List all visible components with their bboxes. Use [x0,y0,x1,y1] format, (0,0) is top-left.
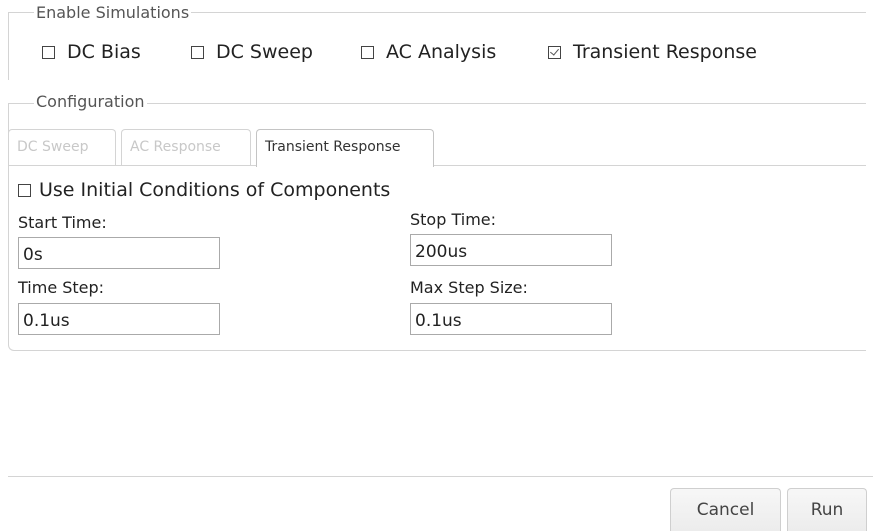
dc-sweep-checkbox[interactable] [191,45,204,59]
active-tab-gap [257,164,433,167]
use-initial-conditions-option[interactable]: Use Initial Conditions of Components [18,177,390,203]
cancel-button[interactable]: Cancel [670,488,781,531]
dc-sweep-label: DC Sweep [216,41,313,63]
transient-response-option[interactable]: Transient Response [548,39,757,65]
ac-analysis-option[interactable]: AC Analysis [361,39,496,65]
dc-bias-checkbox[interactable] [42,45,55,59]
dc-bias-option[interactable]: DC Bias [42,39,141,65]
tab-transient-response[interactable]: Transient Response [256,129,434,167]
use-initial-conditions-checkbox[interactable] [18,183,31,197]
panel-divider [8,476,873,477]
time-step-label: Time Step: [18,278,105,297]
tab-dc-sweep[interactable]: DC Sweep [8,129,116,165]
simulation-settings-dialog: Enable Simulations DC Bias DC Sweep AC A… [0,0,873,531]
max-step-size-label: Max Step Size: [410,278,528,297]
configuration-legend: Configuration [34,92,147,111]
stop-time-label: Stop Time: [410,210,497,229]
dc-bias-label: DC Bias [67,41,141,63]
tab-ac-response[interactable]: AC Response [121,129,251,165]
max-step-size-input[interactable] [410,303,612,335]
ac-analysis-label: AC Analysis [386,41,497,63]
stop-time-input[interactable] [410,234,612,266]
start-time-label: Start Time: [18,213,107,232]
transient-response-label: Transient Response [573,41,757,63]
start-time-input[interactable] [18,237,220,269]
run-button[interactable]: Run [787,488,867,531]
enable-simulations-legend: Enable Simulations [34,3,192,22]
ac-analysis-checkbox[interactable] [361,45,374,59]
dc-sweep-option[interactable]: DC Sweep [191,39,313,65]
time-step-input[interactable] [18,303,220,335]
transient-response-checkbox[interactable] [548,45,561,59]
tab-strip-divider [8,165,866,166]
use-initial-conditions-label: Use Initial Conditions of Components [39,179,391,201]
